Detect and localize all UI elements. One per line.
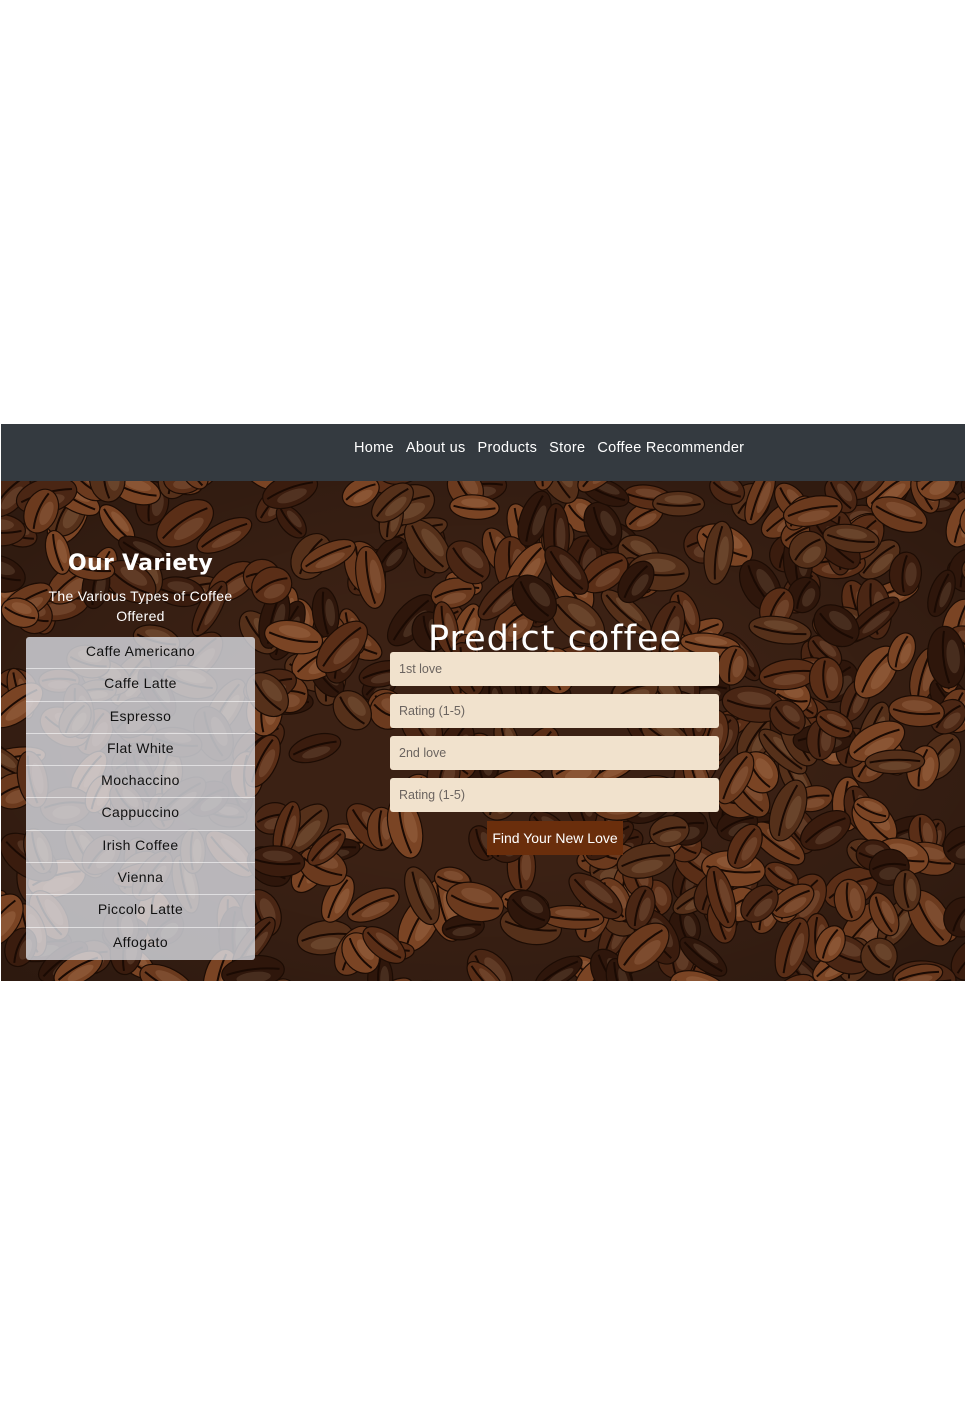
navbar: Home About us Products Store Coffee Reco… xyxy=(1,424,965,481)
list-item-affogato[interactable]: Affogato xyxy=(26,928,255,960)
variety-title: Our Variety xyxy=(67,551,213,576)
find-new-love-button[interactable]: Find Your New Love xyxy=(487,821,623,855)
nav-link-store[interactable]: Store xyxy=(549,440,585,456)
second-love-input[interactable] xyxy=(390,736,719,770)
list-item-flat-white[interactable]: Flat White xyxy=(26,734,255,767)
nav-link-home[interactable]: Home xyxy=(354,440,394,456)
first-love-input[interactable] xyxy=(390,652,719,686)
variety-subtitle: The Various Types of Coffee Offered xyxy=(48,588,233,624)
list-item-caffe-latte[interactable]: Caffe Latte xyxy=(26,669,255,702)
list-item-espresso[interactable]: Espresso xyxy=(26,702,255,734)
nav-link-products[interactable]: Products xyxy=(478,440,538,456)
list-item-vienna[interactable]: Vienna xyxy=(26,863,255,896)
page-frame: Home About us Products Store Coffee Reco… xyxy=(1,424,965,981)
nav-link-about-us[interactable]: About us xyxy=(406,440,466,456)
list-item-piccolo-latte[interactable]: Piccolo Latte xyxy=(26,895,255,928)
hero-section: Our Variety The Various Types of Coffee … xyxy=(1,481,965,981)
first-rating-input[interactable] xyxy=(390,694,719,728)
nav-links: Home About us Products Store Coffee Reco… xyxy=(354,440,744,456)
list-item-caffe-americano[interactable]: Caffe Americano xyxy=(26,637,255,670)
list-item-mochaccino[interactable]: Mochaccino xyxy=(26,766,255,799)
nav-link-coffee-recommender[interactable]: Coffee Recommender xyxy=(597,440,744,456)
variety-list: Caffe Americano Caffe Latte Espresso Fla… xyxy=(26,637,255,960)
list-item-cappuccino[interactable]: Cappuccino xyxy=(26,798,255,831)
second-rating-input[interactable] xyxy=(390,778,719,812)
list-item-irish-coffee[interactable]: Irish Coffee xyxy=(26,831,255,864)
